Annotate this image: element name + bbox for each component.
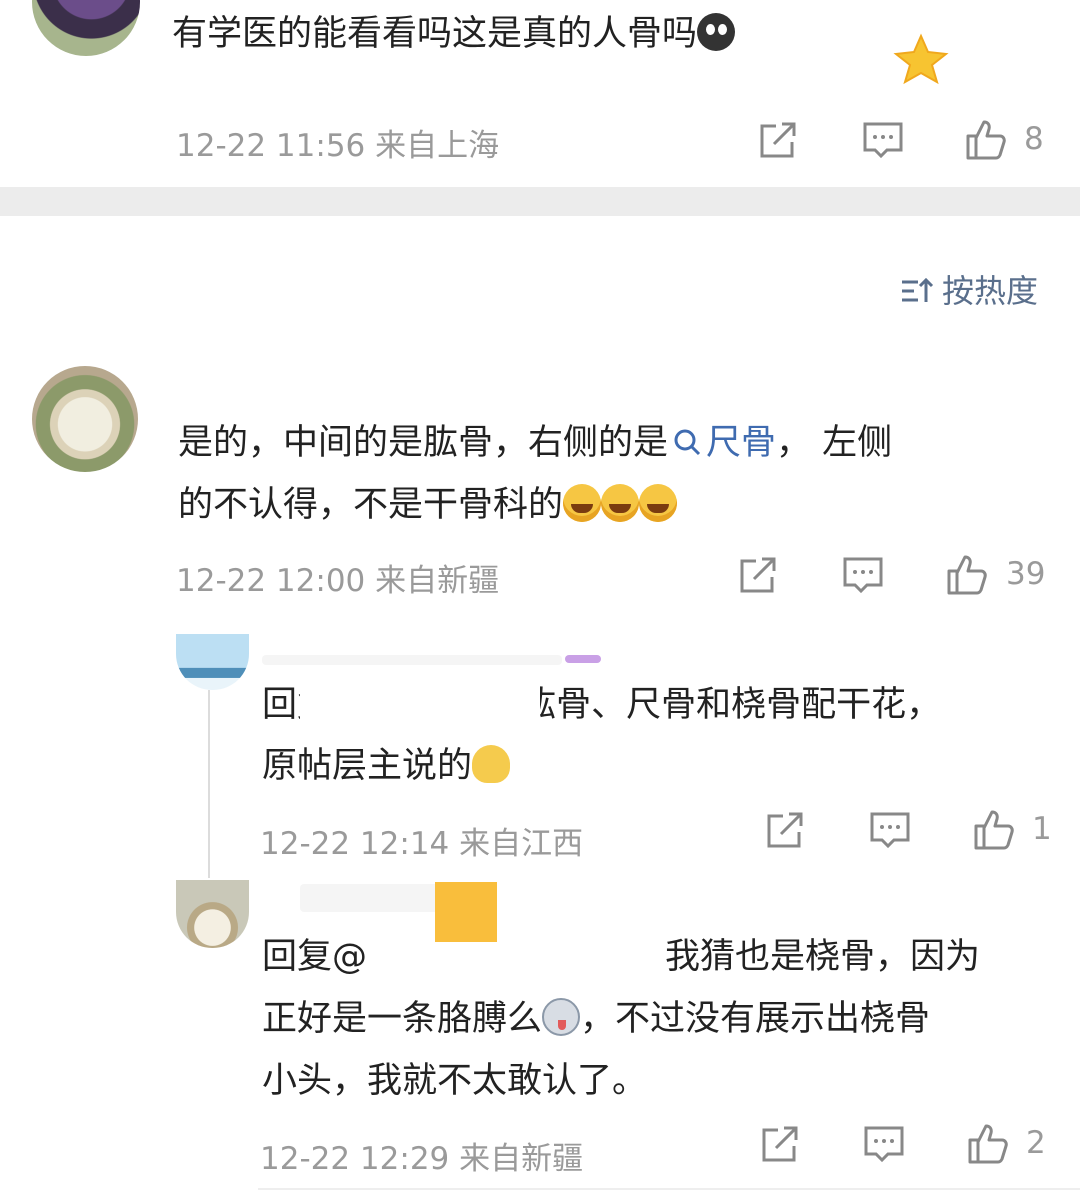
avatar[interactable] bbox=[32, 0, 140, 56]
comment-text-line: 的不认得，不是干骨科的 bbox=[178, 474, 678, 536]
avatar[interactable] bbox=[176, 880, 249, 948]
comment-icon bbox=[864, 1126, 904, 1163]
like-count: 8 bbox=[1024, 121, 1044, 157]
sort-icon bbox=[902, 277, 934, 302]
thumbs-up-icon bbox=[966, 120, 1006, 160]
crying-emoji-icon bbox=[697, 13, 736, 51]
reply-text-line: 回复@ 我猜也是桡骨，因为 bbox=[262, 937, 981, 977]
search-icon bbox=[674, 429, 701, 456]
thumbs-up-icon bbox=[947, 555, 987, 595]
like-button[interactable] bbox=[966, 1122, 1010, 1166]
share-icon bbox=[762, 1126, 798, 1162]
like-button[interactable] bbox=[972, 808, 1016, 852]
comment-icon bbox=[863, 122, 903, 159]
like-count: 1 bbox=[1032, 811, 1052, 847]
share-icon bbox=[740, 557, 776, 593]
thumbs-up-icon bbox=[968, 1124, 1008, 1164]
thumbs-up-icon bbox=[974, 810, 1014, 850]
like-button[interactable] bbox=[945, 553, 989, 597]
comment-button[interactable] bbox=[862, 1122, 906, 1166]
share-icon bbox=[767, 812, 803, 848]
redacted-mention bbox=[300, 676, 540, 734]
avatar[interactable] bbox=[32, 366, 138, 472]
share-icon bbox=[760, 122, 796, 158]
share-button[interactable] bbox=[763, 808, 807, 852]
reply-text-line: 原帖层主说的 bbox=[262, 735, 511, 797]
redacted-name bbox=[565, 655, 601, 663]
like-count: 39 bbox=[1006, 556, 1046, 592]
bottom-divider bbox=[258, 1188, 1080, 1190]
reply-meta: 12-22 12:29 来自新疆 bbox=[260, 1141, 584, 1177]
comment-button[interactable] bbox=[861, 118, 905, 162]
section-divider bbox=[0, 187, 1080, 216]
comment-text-line: 是的，中间的是肱骨，右侧的是 尺骨， 左侧 bbox=[178, 423, 893, 463]
sort-toggle[interactable]: 按热度 bbox=[900, 266, 1038, 312]
tongue-out-emoji-icon bbox=[542, 998, 581, 1036]
star-badge-icon bbox=[893, 33, 949, 85]
search-link[interactable]: 尺骨 bbox=[668, 423, 776, 463]
comment-button[interactable] bbox=[868, 808, 912, 852]
comment-meta: 12-22 11:56 来自上海 bbox=[176, 128, 500, 164]
thread-line bbox=[208, 690, 210, 878]
reply-text-line: 正好是一条胳膊么 ，不过没有展示出桡骨 bbox=[262, 998, 931, 1039]
laugh-cry-emoji-icon bbox=[601, 484, 640, 522]
laugh-cry-emoji-icon bbox=[639, 484, 678, 522]
comment-icon bbox=[843, 557, 883, 594]
avatar[interactable] bbox=[176, 634, 249, 690]
share-button[interactable] bbox=[736, 553, 780, 597]
sort-label: 按热度 bbox=[942, 272, 1039, 310]
comment-button[interactable] bbox=[841, 553, 885, 597]
comment-meta: 12-22 12:00 来自新疆 bbox=[176, 563, 500, 599]
share-button[interactable] bbox=[756, 118, 800, 162]
reply-text-line: 小头，我就不太敢认了。 bbox=[262, 1061, 648, 1101]
laugh-cry-emoji-icon bbox=[563, 484, 602, 522]
like-count: 2 bbox=[1026, 1125, 1046, 1161]
melting-emoji-icon bbox=[472, 745, 511, 783]
reply-meta: 12-22 12:14 来自江西 bbox=[260, 826, 584, 862]
share-button[interactable] bbox=[758, 1122, 802, 1166]
comment-text: 有学医的能看看吗这是真的人骨吗 bbox=[172, 3, 736, 65]
comment-icon bbox=[870, 812, 910, 849]
like-button[interactable] bbox=[964, 118, 1008, 162]
redacted-name bbox=[262, 655, 562, 665]
